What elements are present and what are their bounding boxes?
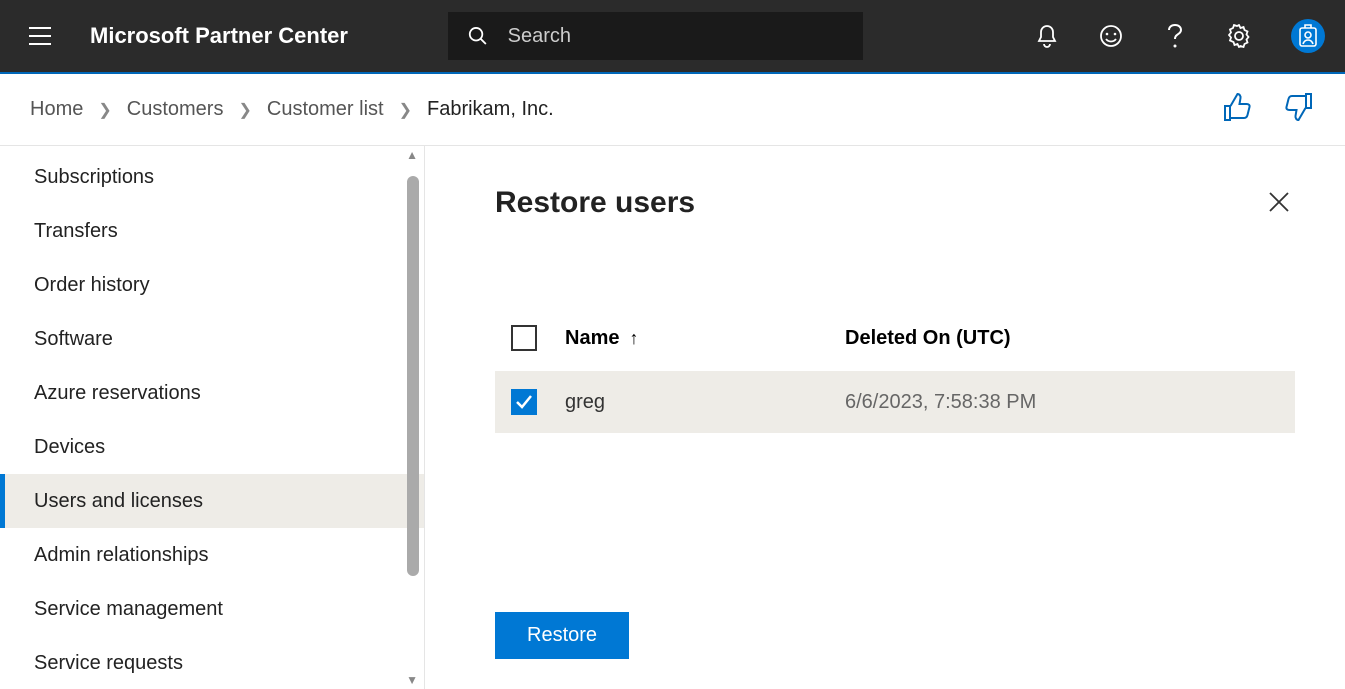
app-header: Microsoft Partner Center: [0, 0, 1345, 74]
scrollbar-thumb[interactable]: [407, 176, 419, 576]
chevron-right-icon: ❯: [98, 100, 111, 120]
sidebar: ▲ Subscriptions Transfers Order history …: [0, 146, 425, 689]
user-avatar[interactable]: [1291, 19, 1325, 53]
help-button[interactable]: [1163, 24, 1187, 48]
thumbs-up-button[interactable]: [1221, 92, 1253, 127]
user-badge-icon: [1298, 24, 1318, 48]
sidebar-item-users-and-licenses[interactable]: Users and licenses: [0, 474, 424, 528]
page-title: Restore users: [495, 186, 695, 220]
sidebar-item-transfers[interactable]: Transfers: [0, 204, 424, 258]
scroll-down-button[interactable]: ▼: [406, 673, 418, 687]
app-title: Microsoft Partner Center: [90, 23, 348, 49]
thumbs-up-icon: [1221, 92, 1253, 122]
sidebar-item-subscriptions[interactable]: Subscriptions: [0, 150, 424, 204]
main-footer: Restore: [495, 612, 1295, 659]
main-header: Restore users: [495, 186, 1295, 223]
thumbs-down-button[interactable]: [1283, 92, 1315, 127]
column-name-label: Name: [565, 327, 619, 350]
breadcrumb-customers[interactable]: Customers: [127, 98, 224, 121]
cell-name: greg: [565, 391, 845, 414]
feedback-smile-button[interactable]: [1099, 24, 1123, 48]
scroll-up-button[interactable]: ▲: [406, 148, 418, 162]
sidebar-item-devices[interactable]: Devices: [0, 420, 424, 474]
breadcrumb-current: Fabrikam, Inc.: [427, 98, 554, 121]
main-panel: Restore users Name ↑ Deleted On (UTC) gr…: [425, 146, 1345, 689]
users-table: Name ↑ Deleted On (UTC) greg 6/6/2023, 7…: [495, 313, 1295, 433]
header-actions: [1035, 19, 1325, 53]
sidebar-item-service-management[interactable]: Service management: [0, 582, 424, 636]
notifications-button[interactable]: [1035, 24, 1059, 48]
question-icon: [1167, 23, 1183, 49]
sidebar-item-software[interactable]: Software: [0, 312, 424, 366]
column-header-name[interactable]: Name ↑: [565, 327, 845, 350]
breadcrumb-bar: Home ❯ Customers ❯ Customer list ❯ Fabri…: [0, 74, 1345, 146]
sidebar-item-azure-reservations[interactable]: Azure reservations: [0, 366, 424, 420]
cell-deleted-on: 6/6/2023, 7:58:38 PM: [845, 391, 1036, 414]
smile-icon: [1099, 24, 1123, 48]
feedback-buttons: [1221, 92, 1315, 127]
close-icon: [1268, 191, 1290, 213]
thumbs-down-icon: [1283, 92, 1315, 122]
hamburger-menu-button[interactable]: [20, 16, 60, 56]
table-row[interactable]: greg 6/6/2023, 7:58:38 PM: [495, 371, 1295, 433]
table-header-row: Name ↑ Deleted On (UTC): [495, 313, 1295, 363]
bell-icon: [1036, 24, 1058, 48]
body: ▲ Subscriptions Transfers Order history …: [0, 146, 1345, 689]
select-all-checkbox[interactable]: [511, 325, 537, 351]
breadcrumb-customer-list[interactable]: Customer list: [267, 98, 384, 121]
close-button[interactable]: [1263, 186, 1295, 223]
sidebar-item-service-requests[interactable]: Service requests: [0, 636, 424, 689]
search-input[interactable]: [508, 25, 843, 48]
breadcrumb: Home ❯ Customers ❯ Customer list ❯ Fabri…: [30, 98, 554, 121]
sort-ascending-icon: ↑: [629, 328, 638, 349]
gear-icon: [1227, 24, 1251, 48]
sidebar-items: Subscriptions Transfers Order history So…: [0, 146, 424, 689]
settings-button[interactable]: [1227, 24, 1251, 48]
search-icon: [468, 25, 488, 47]
chevron-right-icon: ❯: [399, 100, 412, 120]
search-box[interactable]: [448, 12, 863, 60]
sidebar-item-order-history[interactable]: Order history: [0, 258, 424, 312]
sidebar-item-admin-relationships[interactable]: Admin relationships: [0, 528, 424, 582]
chevron-right-icon: ❯: [238, 100, 251, 120]
hamburger-icon: [29, 27, 51, 45]
check-icon: [514, 392, 534, 412]
row-checkbox[interactable]: [511, 389, 537, 415]
column-header-deleted-on[interactable]: Deleted On (UTC): [845, 327, 1011, 350]
breadcrumb-home[interactable]: Home: [30, 98, 83, 121]
restore-button[interactable]: Restore: [495, 612, 629, 659]
